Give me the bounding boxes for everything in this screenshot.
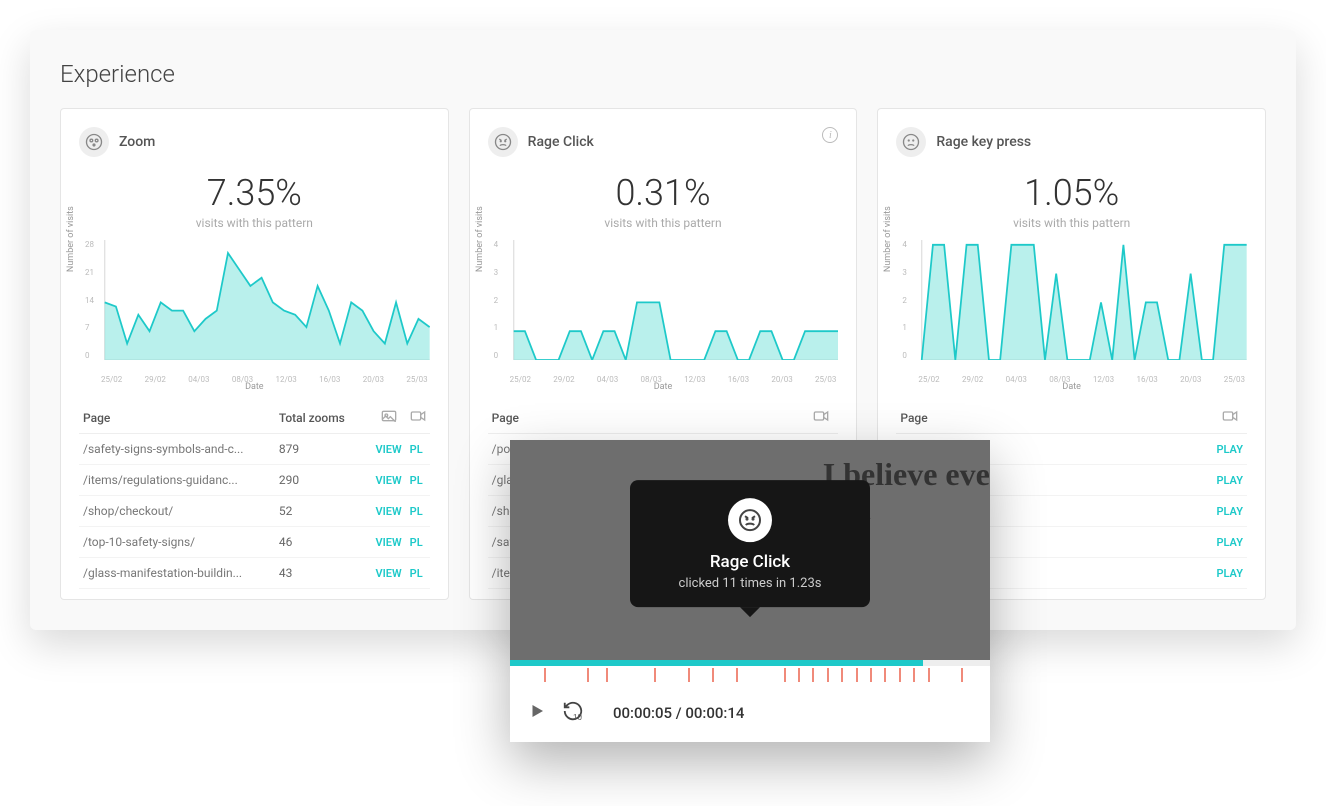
event-tick[interactable]	[798, 668, 800, 682]
y-ticks: 28211470	[85, 240, 94, 360]
page-cell: /shop/checkout/	[79, 496, 275, 527]
table-row: /shop/checkout/ 52 VIEW PL	[79, 496, 430, 527]
sad-face-icon	[896, 127, 926, 157]
player-controls: 10 00:00:05 / 00:00:14	[510, 688, 990, 742]
table-row: /top-10-safety-signs/ 46 VIEW PL	[79, 527, 430, 558]
event-tick[interactable]	[587, 668, 589, 682]
metric-value: 1.05%	[896, 172, 1247, 214]
metric-label: visits with this pattern	[79, 216, 430, 230]
shocked-face-icon	[79, 127, 109, 157]
y-axis-label: Number of visits	[883, 206, 893, 272]
event-tick[interactable]	[884, 668, 886, 682]
card-title: Zoom	[119, 134, 155, 150]
event-tick[interactable]	[736, 668, 738, 682]
y-axis-label: Number of visits	[475, 206, 485, 272]
timeline-event-ticks	[510, 668, 990, 684]
card-zoom: Zoom 7.35% visits with this pattern Numb…	[60, 108, 449, 600]
time-display: 00:00:05 / 00:00:14	[613, 704, 744, 722]
play-link[interactable]: PL	[410, 567, 423, 580]
event-tick[interactable]	[784, 668, 786, 682]
card-title: Rage Click	[528, 134, 594, 150]
play-link[interactable]: PL	[410, 536, 423, 549]
section-title: Experience	[60, 60, 1266, 88]
count-cell: 46	[275, 527, 372, 558]
view-link[interactable]: VIEW	[376, 567, 402, 580]
page-cell: /safety-signs-symbols-and-c...	[79, 434, 275, 465]
play-link[interactable]: PL	[410, 443, 423, 456]
view-link[interactable]: VIEW	[376, 443, 402, 456]
play-link[interactable]: PLAY	[1216, 536, 1243, 549]
video-icon	[1212, 402, 1247, 434]
trend-chart: Number of visits 43210	[488, 240, 839, 360]
metric-label: visits with this pattern	[488, 216, 839, 230]
player-viewport[interactable]: I believe everyneaf m Rage Click clicked…	[510, 440, 990, 660]
table-row: /items/regulations-guidanc... 290 VIEW P…	[79, 465, 430, 496]
event-tick[interactable]	[841, 668, 843, 682]
y-ticks: 43210	[494, 240, 499, 360]
event-tick[interactable]	[606, 668, 608, 682]
experience-dashboard: Experience Zoom 7.35% visits with this p…	[30, 30, 1296, 630]
table-row: /glass-manifestation-buildin... 43 VIEW …	[79, 558, 430, 589]
event-tick[interactable]	[899, 668, 901, 682]
event-tick[interactable]	[654, 668, 656, 682]
trend-chart: Number of visits 28211470	[79, 240, 430, 360]
event-tick[interactable]	[961, 668, 963, 682]
metric-label: visits with this pattern	[896, 216, 1247, 230]
event-tick[interactable]	[688, 668, 690, 682]
video-icon	[406, 402, 430, 434]
angry-face-icon	[488, 127, 518, 157]
event-tick[interactable]	[712, 668, 714, 682]
page-cell: /top-10-safety-signs/	[79, 527, 275, 558]
timeline-progress	[510, 660, 923, 666]
tooltip-title: Rage Click	[658, 552, 842, 572]
rewind-10-button[interactable]: 10	[562, 700, 597, 726]
pages-table: Page Total zooms /safety-signs-symbols-a…	[79, 402, 430, 589]
event-tick[interactable]	[856, 668, 858, 682]
count-cell: 290	[275, 465, 372, 496]
y-axis-label: Number of visits	[66, 206, 76, 272]
play-link[interactable]: PLAY	[1216, 567, 1243, 580]
play-link[interactable]: PLAY	[1216, 443, 1243, 456]
col-page: Page	[488, 402, 804, 434]
count-cell: 52	[275, 496, 372, 527]
play-button[interactable]	[528, 702, 546, 724]
metric-value: 0.31%	[488, 172, 839, 214]
event-tick[interactable]	[544, 668, 546, 682]
video-icon	[804, 402, 839, 434]
play-link[interactable]: PL	[410, 505, 423, 518]
col-page: Page	[896, 402, 1212, 434]
col-count: Total zooms	[275, 402, 372, 434]
event-tick[interactable]	[827, 668, 829, 682]
angry-face-icon	[728, 498, 772, 542]
card-title: Rage key press	[936, 134, 1031, 150]
screenshot-icon	[372, 402, 406, 434]
page-cell: /glass-manifestation-buildin...	[79, 558, 275, 589]
event-tick[interactable]	[913, 668, 915, 682]
view-link[interactable]: VIEW	[376, 536, 402, 549]
view-link[interactable]: VIEW	[376, 474, 402, 487]
play-link[interactable]: PL	[410, 474, 423, 487]
event-tick[interactable]	[812, 668, 814, 682]
y-ticks: 43210	[902, 240, 907, 360]
count-cell: 43	[275, 558, 372, 589]
session-player: I believe everyneaf m Rage Click clicked…	[510, 440, 990, 742]
player-timeline[interactable]	[510, 660, 990, 688]
page-cell: /items/regulations-guidanc...	[79, 465, 275, 496]
count-cell: 879	[275, 434, 372, 465]
play-link[interactable]: PLAY	[1216, 474, 1243, 487]
table-row: /safety-signs-symbols-and-c... 879 VIEW …	[79, 434, 430, 465]
view-link[interactable]: VIEW	[376, 505, 402, 518]
trend-chart: Number of visits 43210	[896, 240, 1247, 360]
event-tick[interactable]	[870, 668, 872, 682]
event-tooltip: Rage Click clicked 11 times in 1.23s	[630, 480, 870, 607]
col-page: Page	[79, 402, 275, 434]
play-link[interactable]: PLAY	[1216, 505, 1243, 518]
metric-value: 7.35%	[79, 172, 430, 214]
event-tick[interactable]	[928, 668, 930, 682]
tooltip-subtitle: clicked 11 times in 1.23s	[658, 576, 842, 591]
